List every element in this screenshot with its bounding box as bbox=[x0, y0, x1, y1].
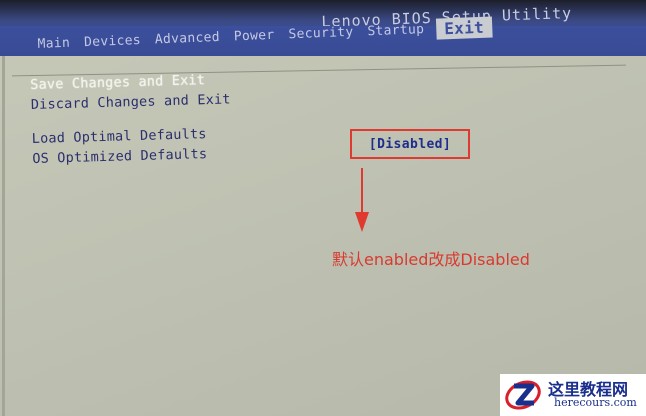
tab-bar: Main Devices Advanced Power Security Sta… bbox=[0, 16, 646, 56]
annotation-note: 默认enabled改成Disabled bbox=[332, 250, 530, 269]
tab-main[interactable]: Main bbox=[35, 35, 72, 53]
tab-devices[interactable]: Devices bbox=[82, 32, 143, 51]
watermark: 这里教程网 herecours.com bbox=[500, 374, 646, 416]
tab-advanced[interactable]: Advanced bbox=[153, 29, 223, 49]
exit-menu: Save Changes and Exit Discard Changes an… bbox=[30, 69, 232, 169]
site-logo-icon bbox=[505, 380, 541, 410]
arrow-down-icon bbox=[355, 168, 369, 232]
watermark-url: herecours.com bbox=[554, 396, 637, 409]
bios-screen: Lenovo BIOS Setup Utility Main Devices A… bbox=[0, 0, 646, 416]
tab-security[interactable]: Security bbox=[286, 24, 356, 44]
tab-exit[interactable]: Exit bbox=[435, 16, 493, 40]
tab-startup[interactable]: Startup bbox=[365, 21, 426, 40]
os-optimized-value-highlight: [Disabled] bbox=[350, 129, 470, 159]
tab-power[interactable]: Power bbox=[232, 27, 277, 46]
os-optimized-value[interactable]: [Disabled] bbox=[369, 137, 451, 152]
